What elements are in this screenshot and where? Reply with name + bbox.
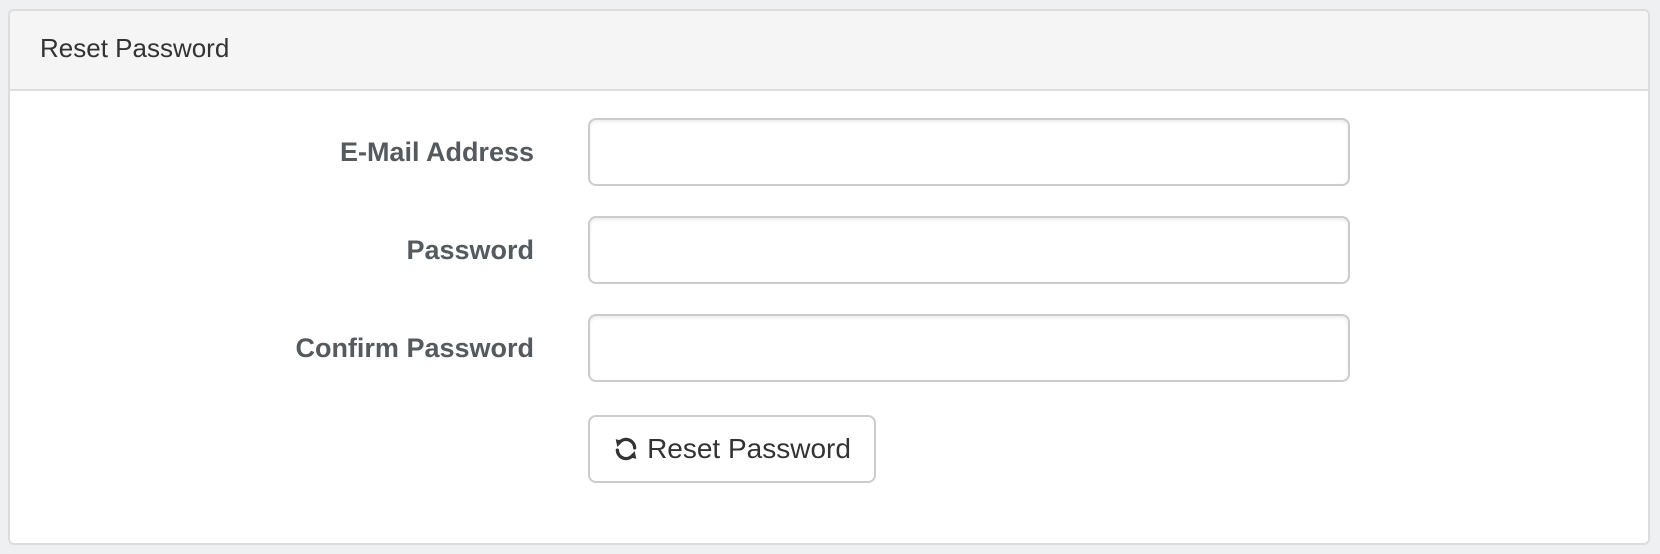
reset-password-panel: Reset Password E-Mail Address Password C…	[8, 9, 1650, 545]
panel-heading: Reset Password	[10, 11, 1648, 91]
confirm-password-label: Confirm Password	[295, 333, 534, 363]
panel-title: Reset Password	[40, 32, 230, 63]
confirm-password-field[interactable]	[588, 314, 1350, 382]
confirm-password-row: Confirm Password	[10, 314, 1648, 382]
refresh-icon	[615, 437, 637, 461]
panel-body: E-Mail Address Password Confirm Password…	[10, 91, 1648, 543]
password-label: Password	[406, 235, 534, 265]
email-label: E-Mail Address	[339, 137, 534, 167]
password-field[interactable]	[588, 216, 1350, 284]
reset-password-button[interactable]: Reset Password	[588, 415, 876, 483]
password-row: Password	[10, 216, 1648, 284]
email-field[interactable]	[588, 118, 1350, 186]
email-row: E-Mail Address	[10, 118, 1648, 186]
reset-password-button-label: Reset Password	[647, 433, 851, 464]
